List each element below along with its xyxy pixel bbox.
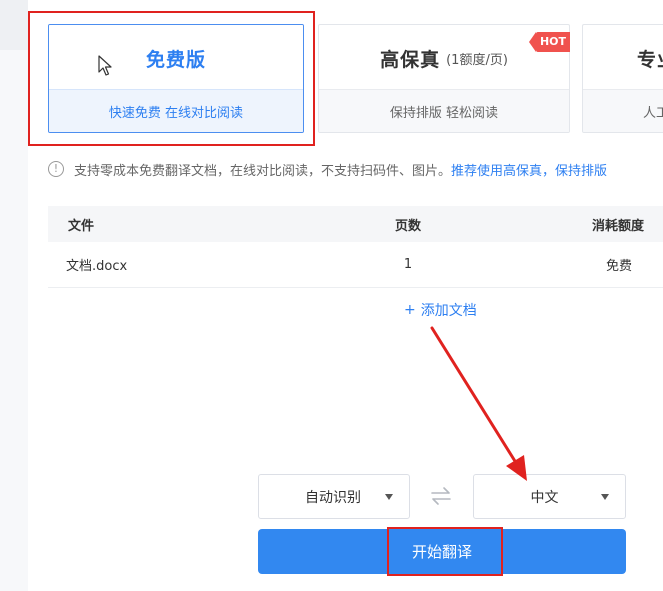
- row-cost: 免费: [606, 259, 633, 274]
- plan-card-free[interactable]: 免费版 快速免费 在线对比阅读: [48, 24, 304, 133]
- target-language-value: 中文: [530, 489, 559, 506]
- notice-link[interactable]: 推荐使用高保真，保持排版: [451, 160, 607, 179]
- row-file-name: 文档.docx: [66, 259, 128, 274]
- header-file: 文件: [68, 218, 95, 234]
- plan-pro-name: 专业: [637, 48, 663, 71]
- notice-line: ! 支持零成本免费翻译文档，在线对比阅读，不支持扫码件、图片。 推荐使用高保真，…: [48, 159, 607, 179]
- header-cost: 消耗额度: [592, 218, 645, 234]
- hot-badge: HOT: [529, 32, 570, 52]
- plan-hq-description: 保持排版 轻松阅读: [319, 89, 569, 132]
- source-language-select[interactable]: 自动识别: [258, 474, 410, 519]
- plan-free-description: 快速免费 在线对比阅读: [49, 89, 303, 132]
- info-icon: !: [48, 161, 64, 177]
- header-pages: 页数: [394, 218, 421, 234]
- left-sidebar-strip: [0, 0, 28, 591]
- start-translation-button[interactable]: 开始翻译: [258, 529, 626, 574]
- plan-hq-name: 高保真: [380, 48, 441, 71]
- add-document-link[interactable]: + 添加文档: [404, 299, 477, 321]
- swap-languages-icon[interactable]: [430, 486, 452, 506]
- plus-icon: +: [404, 302, 416, 318]
- table-header: 文件 页数 消耗额度: [48, 206, 663, 242]
- chevron-down-icon: [385, 493, 393, 500]
- source-language-value: 自动识别: [305, 489, 361, 506]
- table-row: 文档.docx 1 免费: [48, 242, 663, 288]
- plan-hq-note: (1额度/页): [446, 52, 508, 68]
- left-sidebar-strip-top: [0, 0, 28, 50]
- chevron-down-icon: [601, 493, 609, 500]
- target-language-select[interactable]: 中文: [473, 474, 626, 519]
- add-document-label: 添加文档: [420, 303, 477, 319]
- translation-page: 免费版 快速免费 在线对比阅读 高保真 (1额度/页) 保持排版 轻松阅读 HO…: [0, 0, 663, 591]
- mouse-cursor-icon: [98, 55, 112, 76]
- row-pages: 1: [403, 257, 413, 272]
- plan-card-pro[interactable]: 专业 人工: [582, 24, 663, 133]
- plan-card-free-header: 免费版: [49, 25, 303, 91]
- plan-pro-description: 人工: [583, 89, 663, 132]
- plan-free-name: 免费版: [145, 48, 206, 71]
- plan-card-pro-header: 专业: [583, 25, 663, 91]
- file-table: 文件 页数 消耗额度 文档.docx 1 免费: [48, 206, 663, 288]
- notice-text: 支持零成本免费翻译文档，在线对比阅读，不支持扫码件、图片。: [74, 163, 452, 179]
